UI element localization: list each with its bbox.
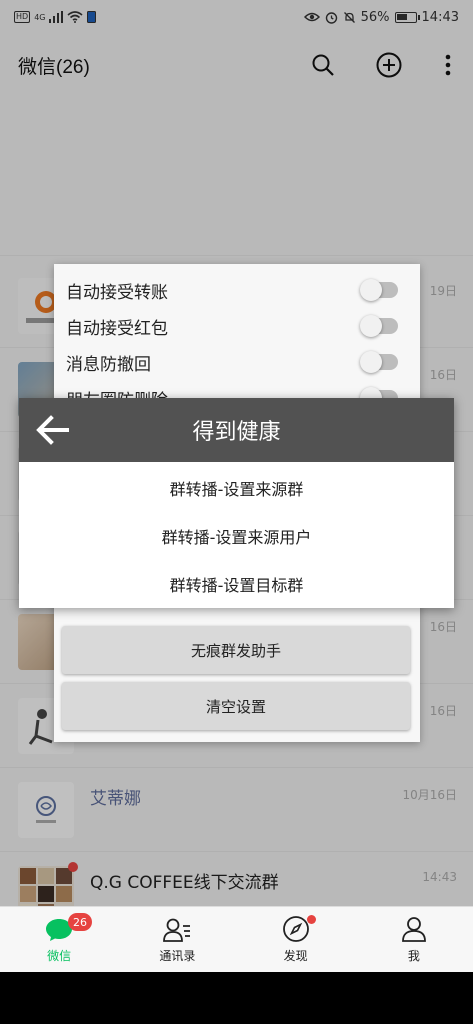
contacts-icon — [163, 918, 191, 942]
clear-settings-button[interactable]: 清空设置 — [62, 682, 410, 730]
bottom-tab-bar: 26 微信 通讯录 发现 我 — [0, 906, 473, 972]
toggle-label: 自动接受转账 — [66, 282, 168, 303]
tab-wechat[interactable]: 26 微信 — [0, 907, 118, 972]
tab-me[interactable]: 我 — [355, 907, 473, 972]
menu-item-set-source-group[interactable]: 群转播-设置来源群 — [19, 464, 454, 512]
tab-label: 微信 — [47, 949, 72, 963]
dialog-header: 得到健康 — [19, 398, 454, 462]
toggle-label: 消息防撤回 — [66, 354, 151, 375]
toggle-knob — [360, 279, 382, 301]
menu-item-set-source-user[interactable]: 群转播-设置来源用户 — [19, 512, 454, 560]
toggle-row-auto-transfer[interactable]: 自动接受转账 — [66, 272, 406, 308]
unread-badge: 26 — [68, 913, 92, 931]
system-nav-bar — [0, 972, 473, 1024]
compass-icon — [282, 916, 309, 942]
toggle-knob — [360, 351, 382, 373]
toggle-switch[interactable] — [360, 279, 398, 301]
tab-label: 通讯录 — [159, 949, 196, 963]
toggle-switch[interactable] — [360, 315, 398, 337]
menu-item-set-target-group[interactable]: 群转播-设置目标群 — [19, 560, 454, 608]
person-icon — [401, 917, 426, 942]
toggle-row-auto-redpacket[interactable]: 自动接受红包 — [66, 308, 406, 344]
tab-contacts[interactable]: 通讯录 — [118, 907, 236, 972]
hidden-broadcast-button[interactable]: 无痕群发助手 — [62, 626, 410, 674]
back-button[interactable] — [35, 414, 69, 446]
dialog-title: 得到健康 — [192, 420, 281, 445]
toggle-switch[interactable] — [360, 351, 398, 373]
toggle-knob — [360, 315, 382, 337]
tab-label: 发现 — [283, 949, 308, 963]
tab-discover[interactable]: 发现 — [237, 907, 355, 972]
toggle-label: 自动接受红包 — [66, 318, 168, 339]
notification-dot — [306, 915, 316, 924]
dialog: 得到健康 群转播-设置来源群 群转播-设置来源用户 群转播-设置目标群 — [19, 398, 454, 608]
toggle-row-anti-recall[interactable]: 消息防撤回 — [66, 344, 406, 380]
back-arrow-icon — [36, 415, 69, 445]
wechat-screen: HD 4G 56% 14:43 微信(26) 19日 16日 16日 16日 艾… — [0, 0, 473, 972]
tab-label: 我 — [407, 949, 420, 963]
